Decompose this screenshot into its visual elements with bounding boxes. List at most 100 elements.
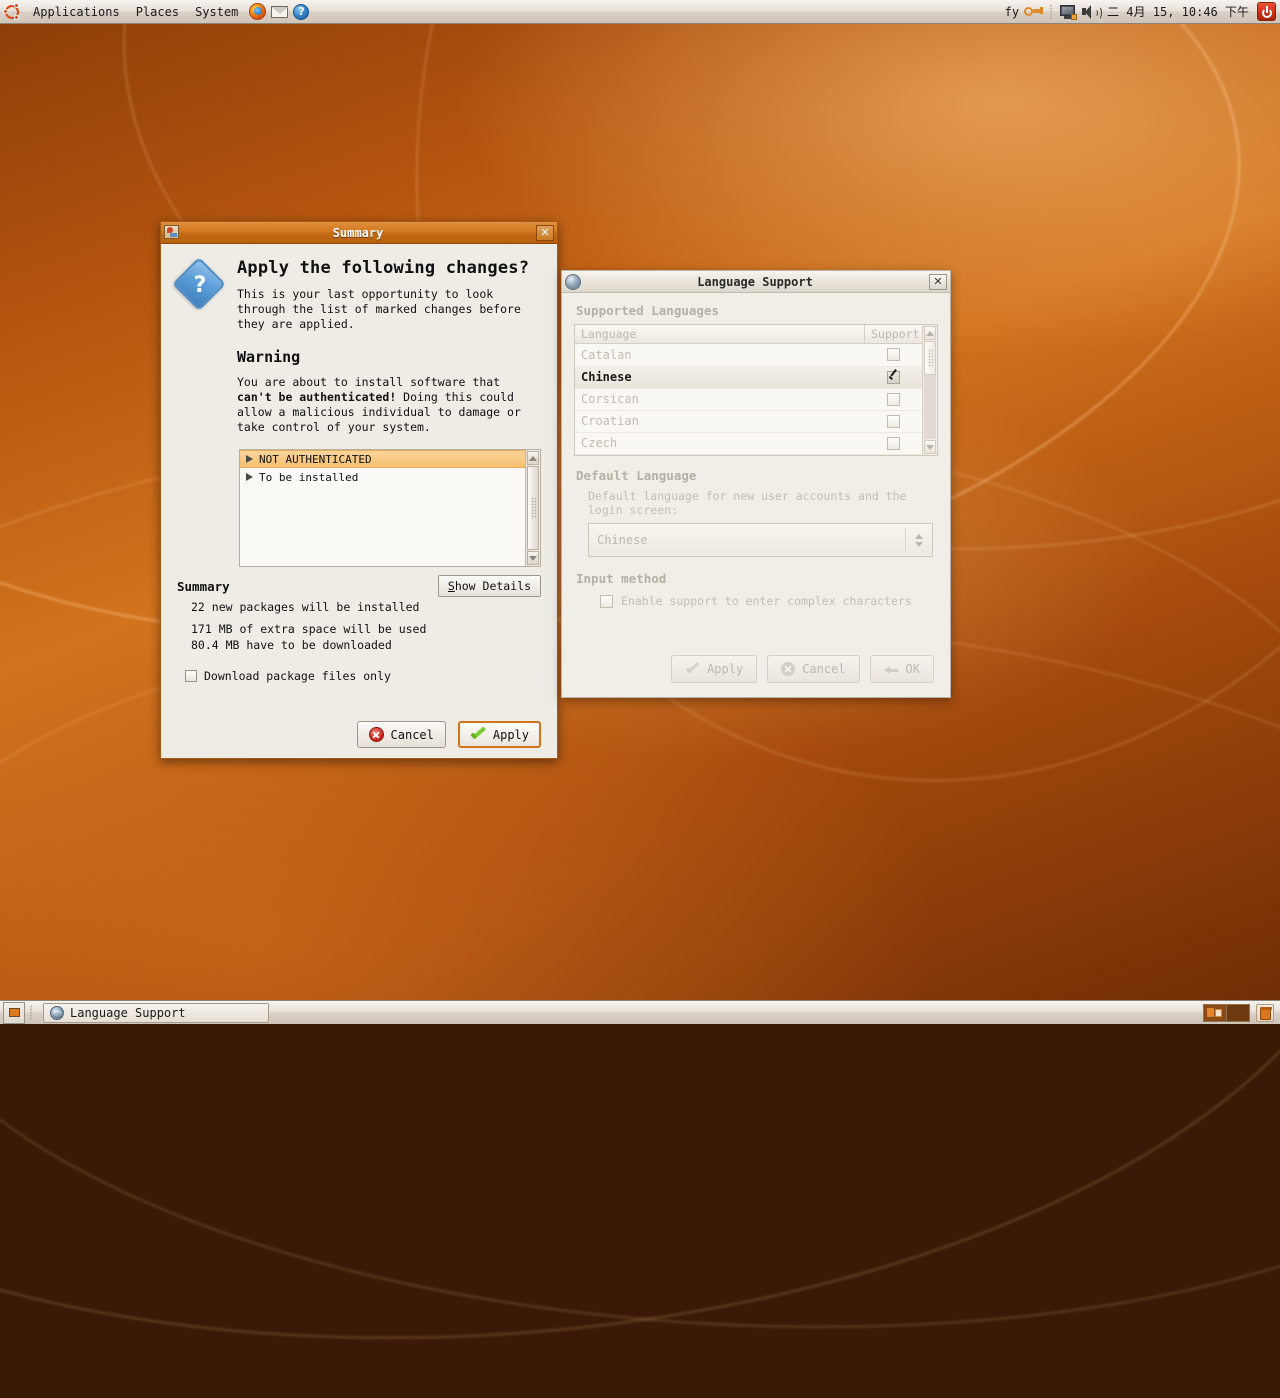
- scroll-up-icon[interactable]: [924, 326, 936, 340]
- cancel-button[interactable]: Cancel: [767, 655, 860, 683]
- support-checkbox[interactable]: [886, 370, 900, 384]
- cancel-button[interactable]: Cancel: [356, 721, 446, 748]
- ok-button-label: OK: [905, 662, 920, 676]
- languages-scrollbar[interactable]: [922, 325, 937, 455]
- check-icon: [470, 728, 486, 742]
- apply-button-label: Apply: [492, 727, 529, 742]
- close-icon[interactable]: ✕: [536, 224, 554, 241]
- bottom-panel: Language Support: [0, 1000, 1280, 1024]
- trash-icon[interactable]: [1256, 1003, 1274, 1022]
- scroll-down-icon[interactable]: [527, 551, 539, 565]
- table-row[interactable]: Czech: [575, 433, 922, 455]
- stat-extra-space: 171 MB of extra space will be used: [191, 622, 427, 636]
- firefox-icon[interactable]: [247, 2, 267, 22]
- workspace-2[interactable]: [1227, 1004, 1249, 1021]
- chevron-right-icon[interactable]: [246, 473, 253, 481]
- support-cell[interactable]: [864, 414, 922, 428]
- workspace-switcher[interactable]: [1203, 1003, 1250, 1022]
- language-name: Corsican: [581, 392, 639, 407]
- show-details-button[interactable]: Show Details: [437, 575, 541, 597]
- summary-title: Summary: [332, 225, 384, 240]
- column-header-support[interactable]: Support: [864, 325, 922, 344]
- keyboard-layout-indicator[interactable]: fy: [1001, 5, 1023, 19]
- table-header: Language Support: [575, 325, 922, 345]
- language-name: Chinese: [581, 370, 632, 385]
- download-only-checkbox[interactable]: [185, 670, 197, 682]
- chevron-right-icon[interactable]: [246, 455, 253, 463]
- table-row[interactable]: Corsican: [575, 389, 922, 411]
- taskbar-item-label: Language Support: [70, 1005, 186, 1020]
- changes-scrollbar[interactable]: [525, 450, 540, 566]
- support-checkbox[interactable]: [886, 392, 900, 406]
- table-row[interactable]: NOT AUTHENTICATED: [240, 450, 525, 468]
- warning-heading: Warning: [237, 348, 301, 366]
- apply-button[interactable]: Apply: [457, 721, 541, 748]
- ok-button[interactable]: OK: [869, 655, 934, 683]
- input-method-checkbox[interactable]: [600, 594, 613, 608]
- changes-tree[interactable]: NOT AUTHENTICATED To be installed: [239, 449, 541, 567]
- check-icon: [685, 663, 700, 676]
- changes-tree-rows: NOT AUTHENTICATED To be installed: [240, 450, 525, 566]
- languages-table-body: Language Support Catalan Chinese Corsica…: [575, 325, 922, 455]
- menu-places[interactable]: Places: [128, 3, 187, 21]
- default-language-title: Default Language: [576, 468, 697, 483]
- support-cell[interactable]: [864, 392, 922, 406]
- support-cell[interactable]: [864, 370, 922, 384]
- cancel-icon: [368, 727, 384, 742]
- download-only-row[interactable]: Download package files only: [185, 669, 541, 683]
- summary-titlebar[interactable]: Summary ✕: [161, 222, 557, 244]
- input-method-row[interactable]: Enable support to enter complex characte…: [600, 594, 938, 608]
- workspace-1[interactable]: [1204, 1004, 1227, 1021]
- menu-system[interactable]: System: [187, 3, 246, 21]
- support-checkbox[interactable]: [886, 348, 900, 362]
- language-support-titlebar[interactable]: Language Support ✕: [562, 271, 950, 293]
- scroll-up-icon[interactable]: [527, 451, 539, 465]
- close-icon[interactable]: ✕: [929, 273, 947, 290]
- column-header-language[interactable]: Language: [575, 325, 864, 343]
- support-cell[interactable]: [864, 436, 922, 450]
- warning-text-emphasis: can't be authenticated!: [237, 390, 397, 404]
- spinner-arrows-icon[interactable]: [905, 528, 924, 552]
- taskbar-item-language-support[interactable]: Language Support: [43, 1002, 269, 1023]
- mail-icon[interactable]: [269, 2, 289, 22]
- power-icon[interactable]: [1257, 2, 1276, 21]
- language-support-window: Language Support ✕ Supported Languages L…: [561, 270, 951, 698]
- menu-applications[interactable]: Applications: [25, 3, 128, 21]
- support-checkbox[interactable]: [886, 436, 900, 450]
- table-row[interactable]: Chinese: [575, 366, 922, 389]
- languages-table[interactable]: Language Support Catalan Chinese Corsica…: [574, 324, 938, 456]
- volume-icon[interactable]: [1080, 2, 1102, 22]
- support-checkbox[interactable]: [886, 414, 900, 428]
- table-row[interactable]: Catalan: [575, 344, 922, 367]
- stat-packages: 22 new packages will be installed: [191, 600, 420, 614]
- support-cell[interactable]: [864, 348, 922, 362]
- list-item-label: NOT AUTHENTICATED: [259, 452, 372, 466]
- scroll-down-icon[interactable]: [924, 440, 936, 454]
- restricted-drivers-icon[interactable]: [1024, 2, 1044, 22]
- cancel-button-label: Cancel: [390, 727, 434, 742]
- scrollbar-thumb[interactable]: [527, 466, 539, 550]
- summary-content: ? Apply the following changes? This is y…: [161, 244, 557, 435]
- warning-text-part1: You are about to install software that: [237, 375, 501, 389]
- ubuntu-logo-icon[interactable]: [3, 2, 20, 20]
- table-row[interactable]: Croatian: [575, 411, 922, 433]
- language-support-content: Supported Languages Language Support Cat…: [562, 293, 950, 608]
- network-monitor-icon[interactable]: [1058, 2, 1078, 22]
- download-only-label: Download package files only: [204, 669, 391, 683]
- warning-text: You are about to install software that c…: [237, 375, 541, 435]
- scrollbar-trough[interactable]: [527, 466, 539, 550]
- table-row[interactable]: To be installed: [240, 468, 525, 486]
- scrollbar-trough[interactable]: [924, 341, 936, 439]
- show-desktop-icon[interactable]: [3, 1001, 25, 1024]
- default-language-select[interactable]: Chinese: [588, 523, 933, 557]
- question-mark-icon: ?: [172, 257, 226, 311]
- scrollbar-thumb[interactable]: [924, 341, 936, 375]
- clock[interactable]: 二 4月 15, 10:46 下午: [1101, 3, 1255, 20]
- globe-icon: [50, 1005, 64, 1020]
- summary-intro-text: This is your last opportunity to look th…: [237, 287, 521, 331]
- input-method-title: Input method: [576, 571, 667, 586]
- apply-button[interactable]: Apply: [671, 655, 758, 683]
- help-icon[interactable]: ?: [291, 2, 311, 22]
- default-language-description: Default language for new user accounts a…: [588, 489, 907, 517]
- summary-dialog: Summary ✕ ? Apply the following changes?…: [160, 221, 558, 759]
